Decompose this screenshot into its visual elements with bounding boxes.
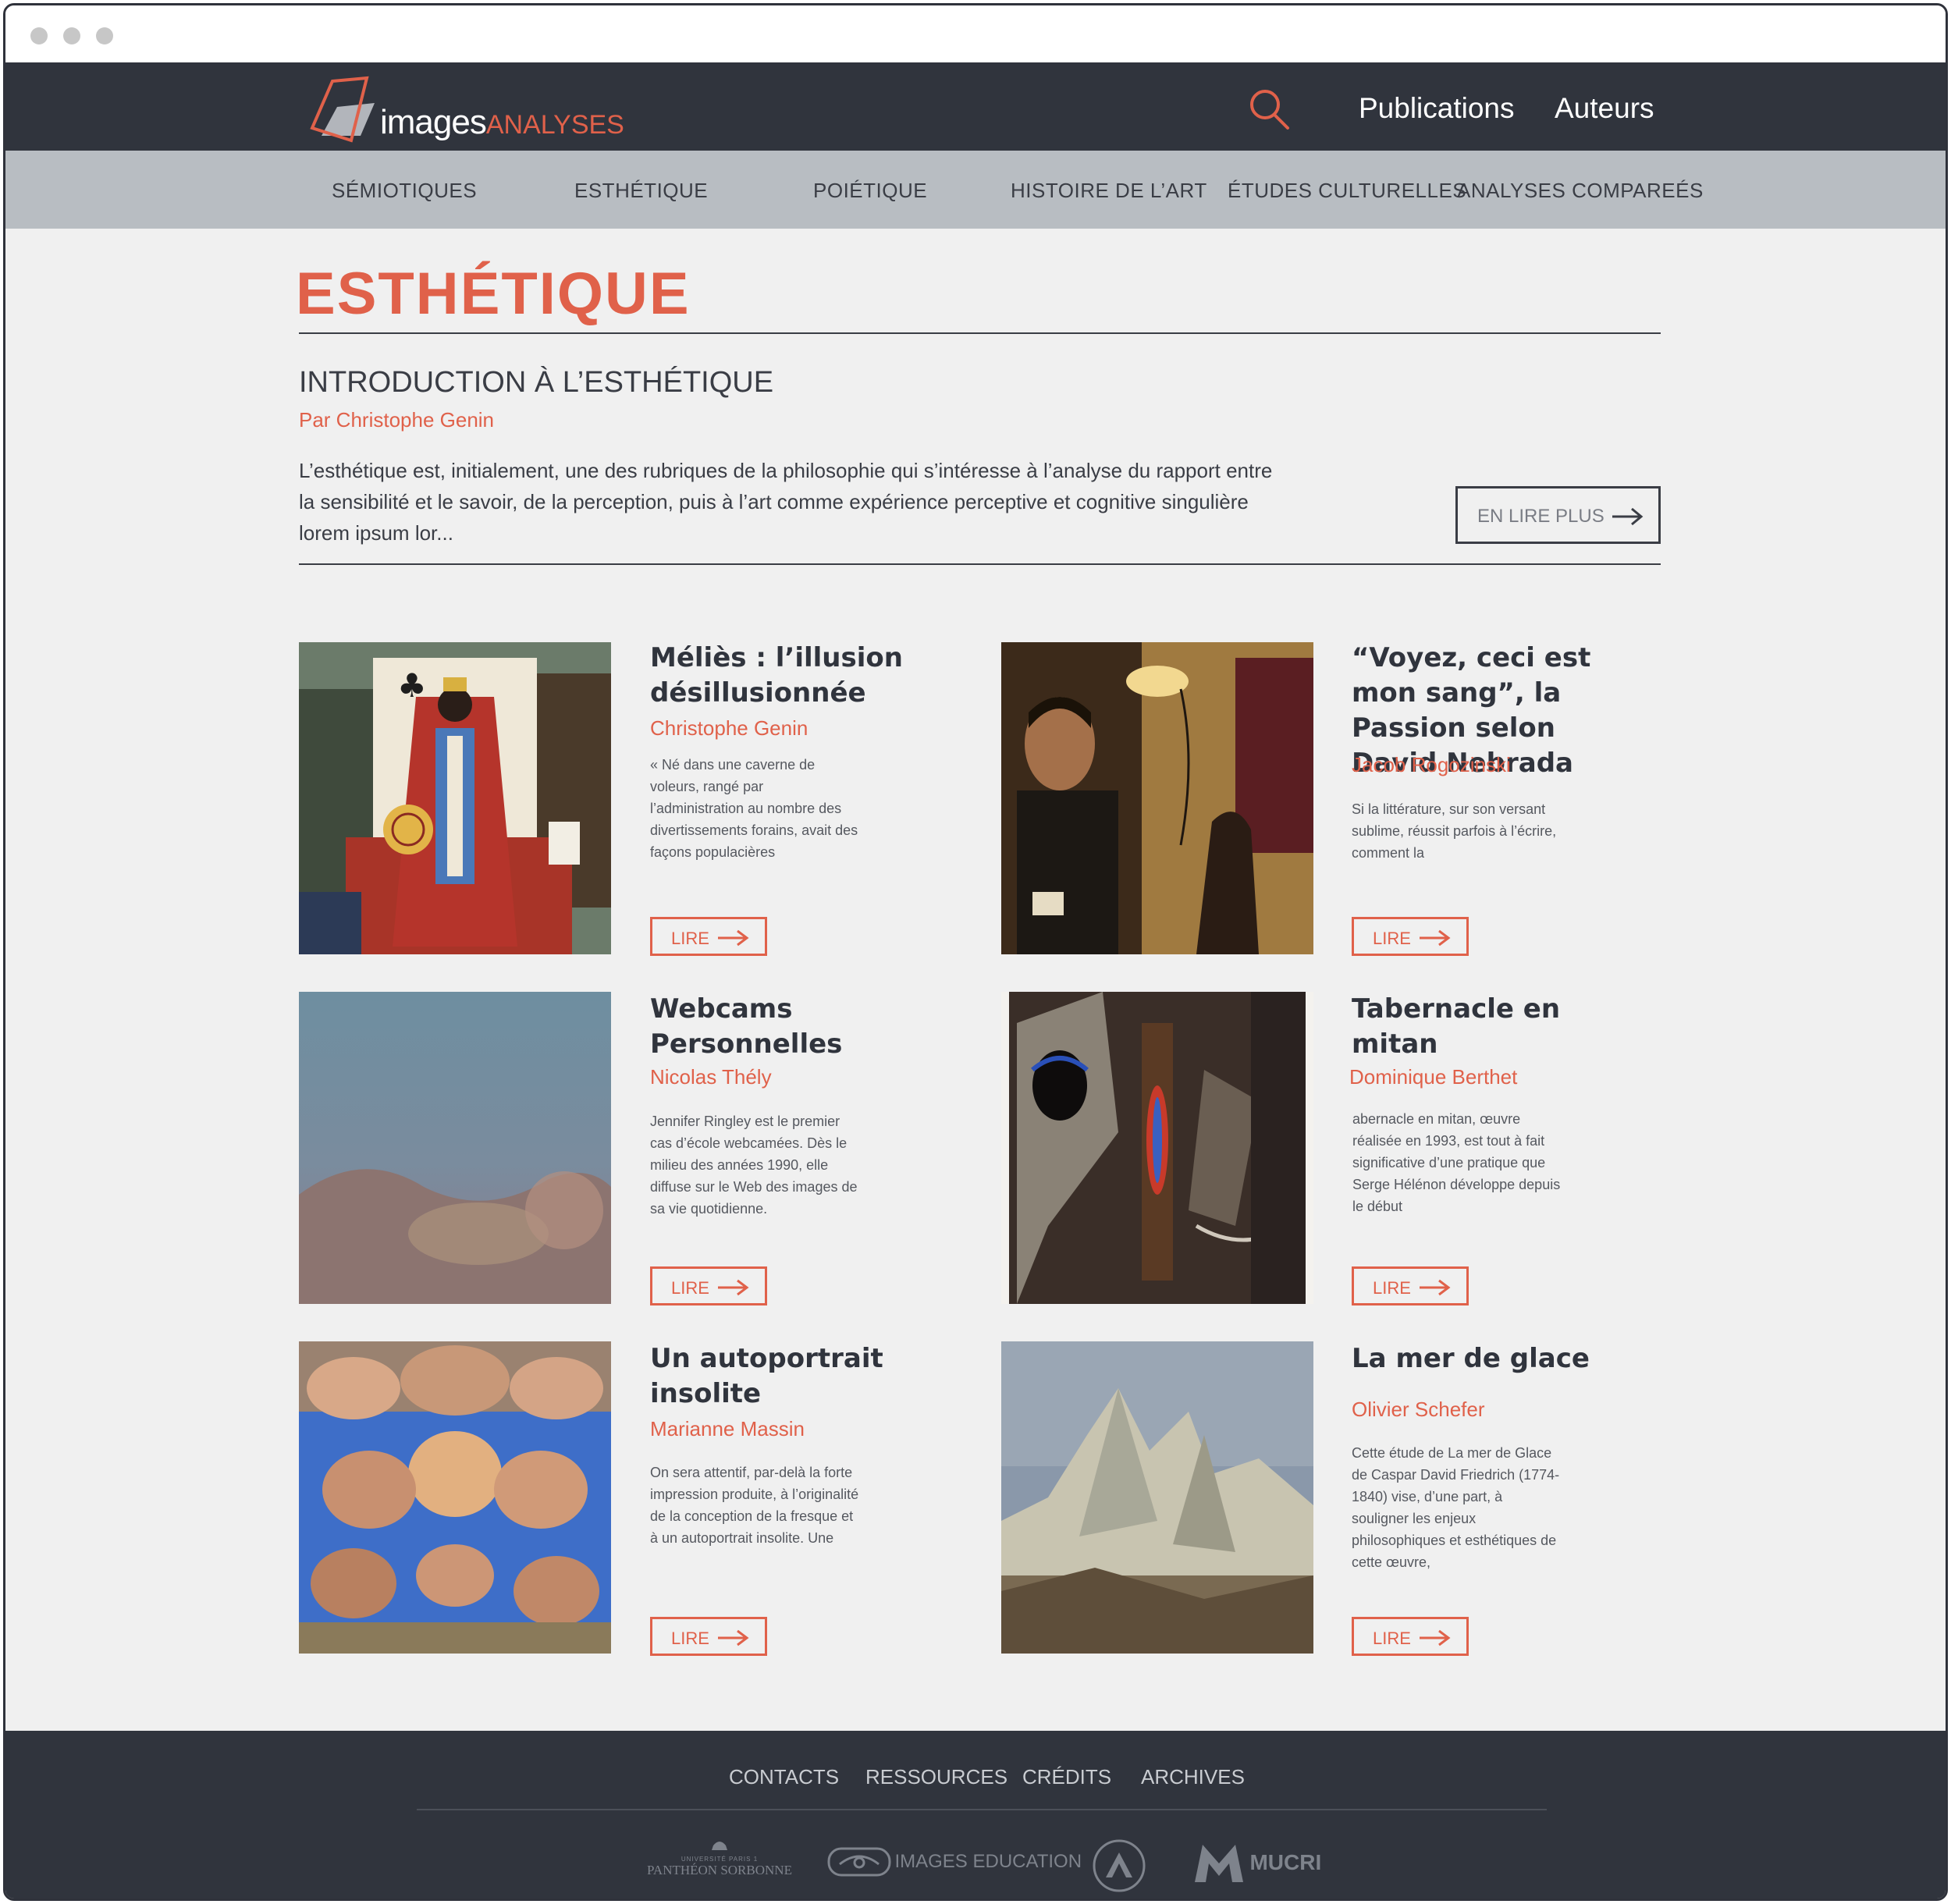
footer-link-credits[interactable]: CRÉDITS	[1022, 1765, 1111, 1789]
article-author[interactable]: Marianne Massin	[650, 1417, 805, 1441]
read-button[interactable]: LIRE	[650, 917, 767, 956]
footer-link-ressources[interactable]: RESSOURCES	[865, 1765, 1007, 1789]
footer-divider	[417, 1809, 1547, 1810]
article-image-mer-de-glace[interactable]	[1001, 1341, 1313, 1654]
intro-title[interactable]: INTRODUCTION À L’ESTHÉTIQUE	[299, 366, 773, 400]
category-poietique[interactable]: POIÉTIQUE	[813, 179, 927, 203]
article-excerpt: Si la littérature, sur son versant subli…	[1352, 801, 1557, 861]
article-image-webcams[interactable]	[299, 992, 611, 1304]
pantheon-dome-icon	[712, 1842, 727, 1850]
article-author[interactable]: Christophe Genin	[650, 716, 808, 741]
svg-text:♣: ♣	[397, 666, 427, 705]
article-author[interactable]: Olivier Schefer	[1352, 1398, 1485, 1422]
read-more-label: EN LIRE PLUS	[1477, 506, 1605, 527]
title-divider	[299, 332, 1661, 334]
triangle-logo-icon	[1093, 1839, 1146, 1892]
read-button[interactable]: LIRE	[1352, 1617, 1469, 1656]
footer-link-contacts[interactable]: CONTACTS	[729, 1765, 839, 1789]
intro-author[interactable]: Par Christophe Genin	[299, 408, 494, 432]
site-footer: CONTACTS RESSOURCES CRÉDITS ARCHIVES UNI…	[5, 1731, 1946, 1899]
category-analyses-comparees[interactable]: ANALYSES COMPAREÉS	[1457, 179, 1704, 203]
article-image-nebrada[interactable]	[1001, 642, 1313, 954]
article-excerpt: On sera attentif, par-delà la forte impr…	[650, 1465, 859, 1546]
article-excerpt: Cette étude de La mer de Glace de Caspar…	[1352, 1445, 1560, 1570]
nav-publications[interactable]: Publications	[1359, 92, 1515, 125]
arrow-right-icon	[1612, 507, 1644, 526]
read-button[interactable]: LIRE	[1352, 1266, 1469, 1305]
article-author[interactable]: Dominique Berthet	[1349, 1065, 1517, 1089]
site-header: imagesANALYSES Publications Auteurs	[5, 62, 1946, 151]
category-histoire-de-lart[interactable]: HISTOIRE DE L’ART	[1011, 179, 1207, 203]
site-logo[interactable]: imagesANALYSES	[306, 72, 624, 150]
footer-link-archives[interactable]: ARCHIVES	[1141, 1765, 1245, 1789]
article-title[interactable]: La mer de glace	[1352, 1341, 1609, 1376]
read-button[interactable]: LIRE	[650, 1266, 767, 1305]
browser-window: imagesANALYSES Publications Auteurs SÉMI…	[3, 3, 1948, 1901]
article-title[interactable]: Méliès : l’illusion désillusionnée	[650, 641, 908, 711]
arrow-right-icon	[1420, 1629, 1451, 1646]
window-chrome	[5, 5, 1946, 62]
article-image-autoportrait[interactable]	[299, 1341, 611, 1654]
read-button-label: LIRE	[1373, 929, 1411, 948]
category-etudes-culturelles[interactable]: ÉTUDES CULTURELLES	[1228, 179, 1466, 203]
partner-pantheon-sorbonne[interactable]: UNIVERSITÉ PARIS 1 PANTHÉON SORBONNE	[645, 1838, 794, 1878]
article-title[interactable]: Tabernacle en mitan	[1352, 992, 1609, 1062]
article-excerpt: Jennifer Ringley est le premier cas d’éc…	[650, 1114, 858, 1217]
article-image-melies[interactable]: ♣	[299, 642, 611, 954]
arrow-right-icon	[718, 1629, 749, 1646]
partner-images-education[interactable]: IMAGES EDUCATION	[827, 1845, 1082, 1878]
window-maximize-dot[interactable]	[96, 27, 113, 44]
read-button[interactable]: LIRE	[1352, 917, 1469, 956]
article-author[interactable]: Nicolas Thély	[650, 1065, 772, 1089]
read-more-button[interactable]: EN LIRE PLUS	[1455, 486, 1661, 544]
partner-pantheon-subtitle: UNIVERSITÉ PARIS 1	[681, 1856, 759, 1863]
arrow-right-icon	[1420, 929, 1451, 947]
intro-text: L’esthétique est, initialement, une des …	[299, 459, 1273, 545]
main-content: ESTHÉTIQUE INTRODUCTION À L’ESTHÉTIQUE P…	[5, 229, 1946, 1731]
article-excerpt: « Né dans une caverne de voleurs, rangé …	[650, 757, 858, 860]
category-nav: SÉMIOTIQUES ESTHÉTIQUE POIÉTIQUE HISTOIR…	[5, 151, 1946, 229]
window-minimize-dot[interactable]	[63, 27, 80, 44]
read-button-label: LIRE	[671, 1278, 709, 1298]
category-semiotiques[interactable]: SÉMIOTIQUES	[332, 179, 477, 203]
search-icon[interactable]	[1246, 86, 1293, 133]
partner-mucri-label: MUCRI	[1249, 1850, 1322, 1874]
logo-wordmark: imagesANALYSES	[380, 103, 624, 141]
logo-mark-icon	[310, 76, 375, 143]
partner-a-logo[interactable]	[1092, 1838, 1146, 1897]
category-esthetique[interactable]: ESTHÉTIQUE	[574, 179, 708, 203]
read-button[interactable]: LIRE	[650, 1617, 767, 1656]
article-author[interactable]: Jacob Rogozinski	[1352, 753, 1511, 777]
arrow-right-icon	[718, 929, 749, 947]
read-button-label: LIRE	[1373, 1278, 1411, 1298]
partner-mucri[interactable]: MUCRI	[1192, 1840, 1321, 1885]
intro-divider	[299, 563, 1661, 565]
article-excerpt: abernacle en mitan, œuvre réalisée en 19…	[1352, 1111, 1561, 1214]
partner-images-education-label: IMAGES EDUCATION	[894, 1851, 1082, 1872]
article-image-tabernacle[interactable]	[1001, 992, 1313, 1304]
read-button-label: LIRE	[671, 1629, 709, 1648]
article-title[interactable]: Un autoportrait insolite	[650, 1341, 908, 1412]
arrow-right-icon	[1420, 1279, 1451, 1296]
arrow-right-icon	[718, 1279, 749, 1296]
read-button-label: LIRE	[671, 929, 709, 948]
partner-pantheon-name: PANTHÉON SORBONNE	[647, 1863, 792, 1877]
read-button-label: LIRE	[1373, 1629, 1411, 1648]
window-close-dot[interactable]	[30, 27, 48, 44]
article-title[interactable]: Webcams Personnelles	[650, 992, 908, 1062]
mucri-logo-icon	[1195, 1845, 1243, 1882]
page-title: ESTHÉTIQUE	[296, 261, 691, 327]
nav-auteurs[interactable]: Auteurs	[1555, 92, 1654, 125]
eye-icon	[827, 1847, 891, 1877]
